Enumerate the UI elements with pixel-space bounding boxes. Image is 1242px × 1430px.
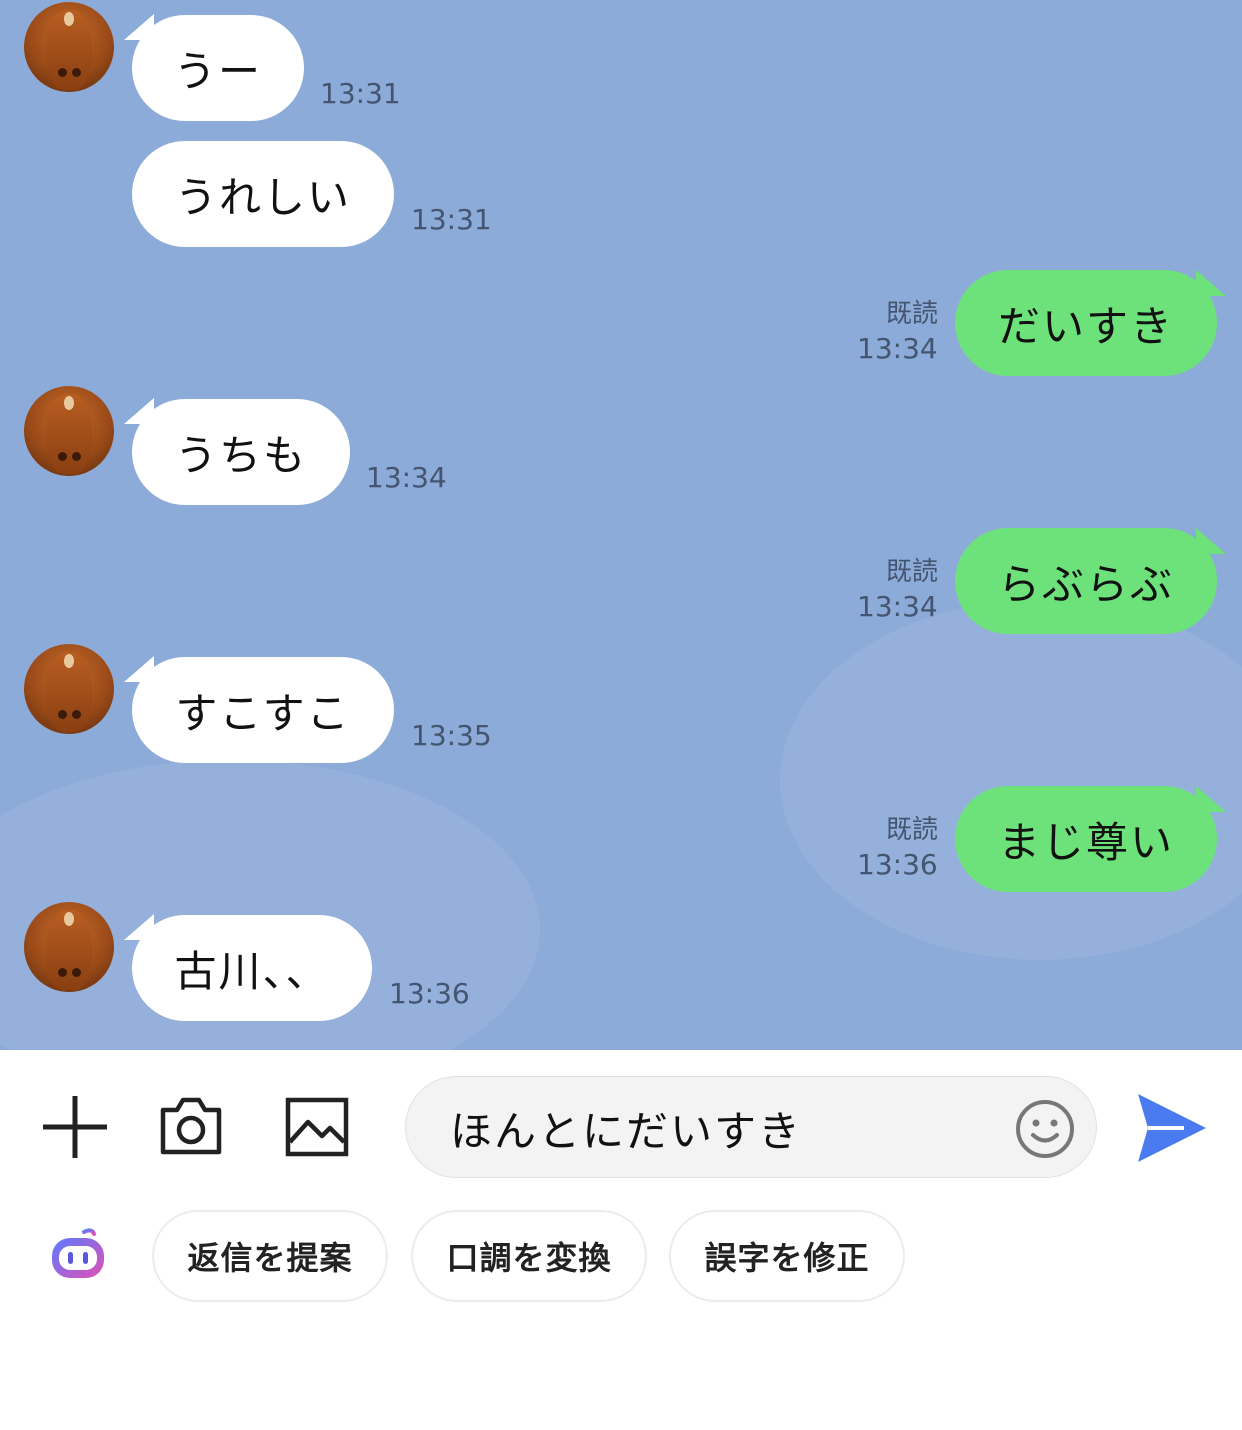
message-input-value[interactable]: ほんとにだいすき	[450, 1098, 802, 1159]
suggest-reply-chip[interactable]: 返信を提案	[152, 1210, 388, 1302]
background-cloud	[780, 600, 1242, 960]
incoming-message-bubble[interactable]: うれしい	[132, 141, 394, 247]
message-timestamp: 13:36	[857, 848, 938, 881]
message-timestamp: 13:31	[411, 203, 492, 236]
bubble-tail	[1196, 528, 1226, 554]
read-receipt: 既読	[885, 299, 938, 329]
read-receipt: 既読	[885, 815, 938, 845]
incoming-message-bubble[interactable]: うー	[132, 15, 304, 121]
contact-avatar[interactable]	[24, 2, 114, 92]
outgoing-message-bubble[interactable]: だいすき	[955, 270, 1217, 376]
message-timestamp: 13:34	[857, 590, 938, 623]
send-icon[interactable]	[1134, 1092, 1208, 1164]
message-timestamp: 13:34	[366, 461, 447, 494]
bubble-tail	[1196, 270, 1226, 296]
message-timestamp: 13:31	[320, 77, 401, 110]
contact-avatar[interactable]	[24, 644, 114, 734]
chat-message-area[interactable]: うー 13:31 うれしい 13:31 既読 13:34 だいすき うちも 13…	[0, 0, 1242, 1050]
fix-typos-chip[interactable]: 誤字を修正	[669, 1210, 905, 1302]
plus-icon[interactable]	[40, 1094, 110, 1160]
image-icon[interactable]	[284, 1096, 350, 1158]
change-tone-chip[interactable]: 口調を変換	[411, 1210, 647, 1302]
contact-avatar[interactable]	[24, 902, 114, 992]
camera-icon[interactable]	[157, 1094, 225, 1158]
ai-assistant-icon[interactable]	[48, 1226, 108, 1284]
bubble-tail	[1196, 786, 1226, 812]
incoming-message-bubble[interactable]: うちも	[132, 399, 350, 505]
contact-avatar[interactable]	[24, 386, 114, 476]
incoming-message-bubble[interactable]: すこすこ	[132, 657, 394, 763]
message-timestamp: 13:35	[411, 719, 492, 752]
emoji-icon[interactable]	[1014, 1098, 1076, 1160]
message-timestamp: 13:36	[389, 977, 470, 1010]
incoming-message-bubble[interactable]: 古川、、	[132, 915, 372, 1021]
message-timestamp: 13:34	[857, 332, 938, 365]
outgoing-message-bubble[interactable]: らぶらぶ	[955, 528, 1217, 634]
outgoing-message-bubble[interactable]: まじ尊い	[955, 786, 1217, 892]
read-receipt: 既読	[885, 557, 938, 587]
